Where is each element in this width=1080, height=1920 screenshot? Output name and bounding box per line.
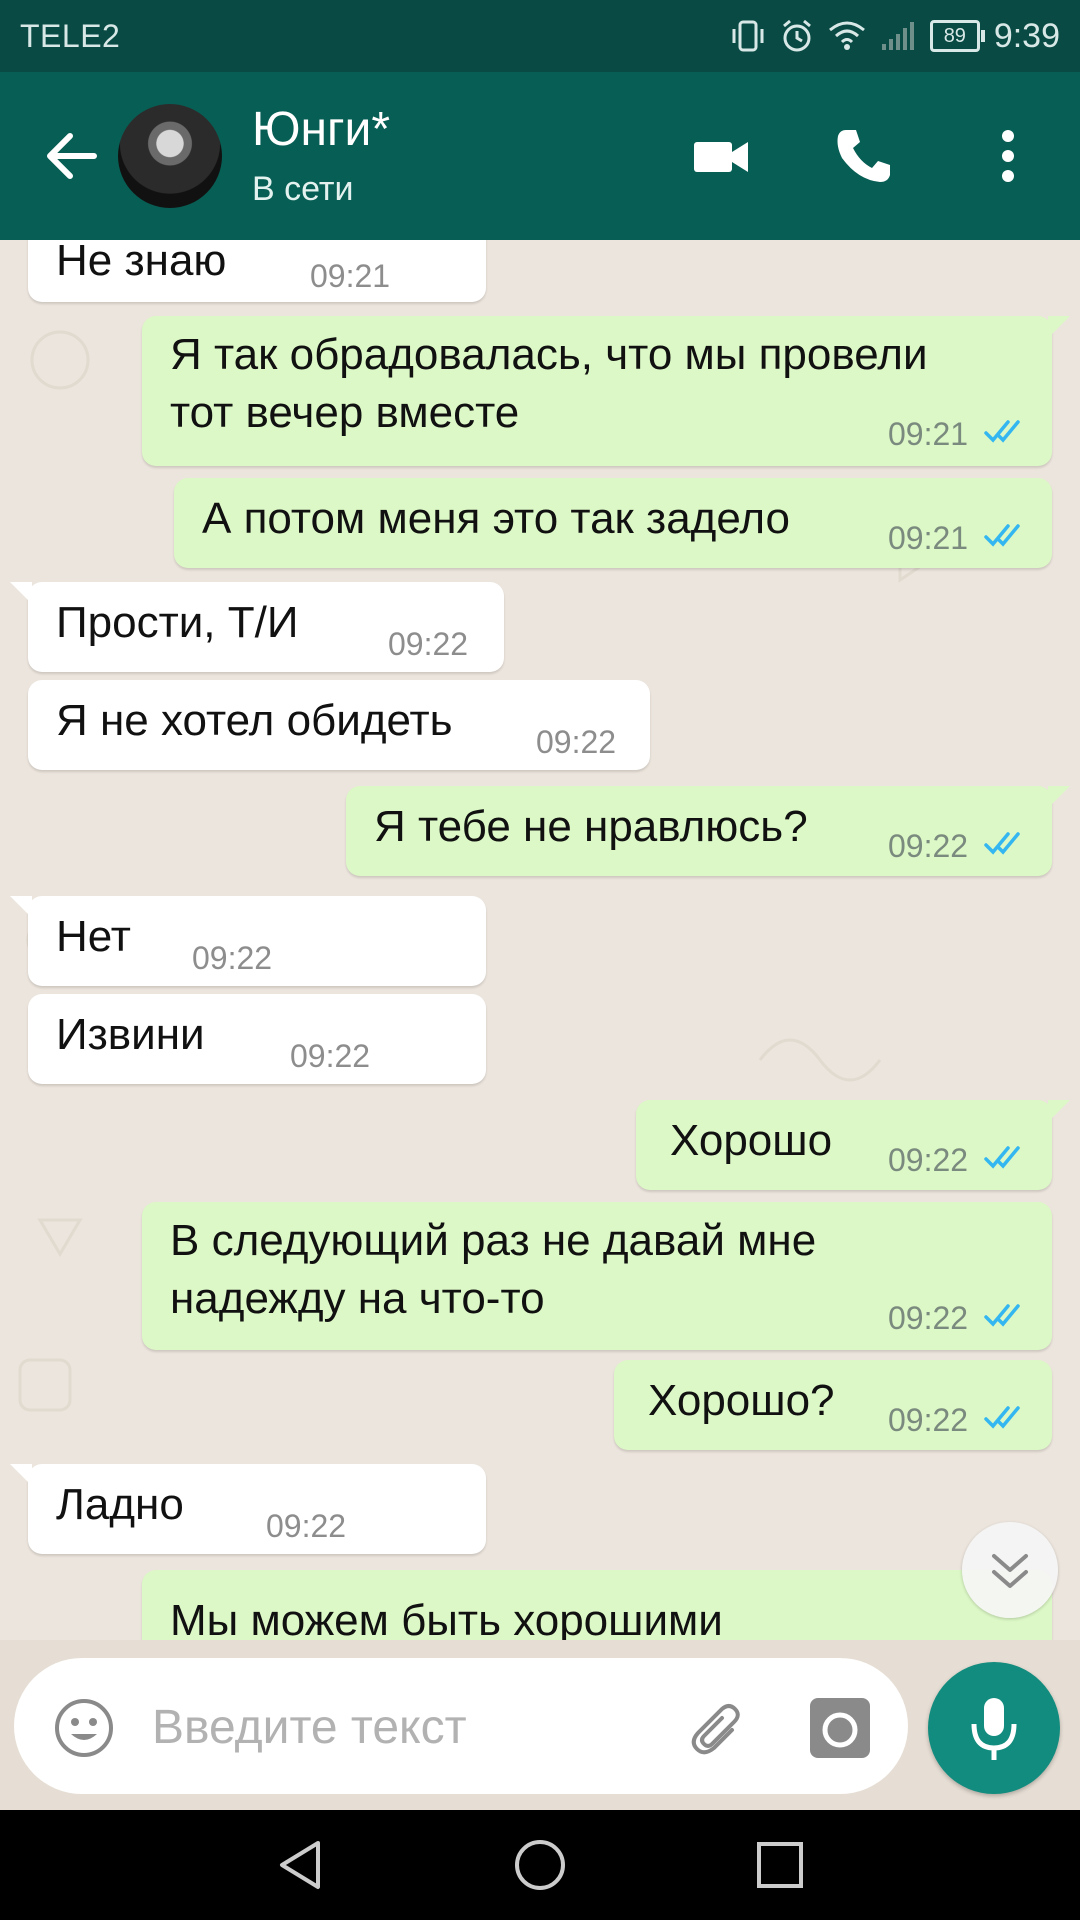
clock: 9:39: [993, 16, 1060, 55]
read-ticks-icon: [984, 832, 1020, 855]
message-outgoing[interactable]: Я так обрадовалась, что мы провели тот в…: [142, 316, 1070, 466]
square-recents-icon: [757, 1842, 803, 1888]
message-time: 09:22: [888, 1402, 969, 1438]
more-options-button[interactable]: [976, 124, 1040, 188]
compose-bar: [0, 1640, 1080, 1810]
scroll-to-bottom-button[interactable]: [962, 1522, 1058, 1618]
camera-icon: [810, 1698, 870, 1758]
read-ticks-icon: [984, 420, 1020, 443]
message-outgoing[interactable]: Хорошо 09:22: [636, 1100, 1070, 1190]
bubble-tail: [1048, 1100, 1070, 1122]
message-time: 09:22: [388, 626, 469, 662]
status-bar: TELE2 89 9:39: [0, 0, 1080, 72]
carrier-name: TELE2: [20, 18, 121, 54]
read-ticks-icon: [984, 1146, 1020, 1169]
wifi-icon: [828, 21, 865, 50]
voice-call-button[interactable]: [832, 124, 896, 188]
message-text: Нет: [56, 912, 131, 961]
message-incoming[interactable]: Прости, Т/И 09:22: [10, 582, 504, 672]
arrow-left-icon: [47, 133, 97, 179]
battery-icon: 89: [929, 20, 985, 52]
mic-icon: [971, 1698, 1017, 1760]
vibrate-icon: [732, 20, 764, 52]
triangle-back-icon: [280, 1841, 320, 1889]
nav-home-button[interactable]: [512, 1837, 568, 1893]
message-time: 09:22: [888, 1300, 969, 1336]
paperclip-icon: [691, 1704, 740, 1755]
message-text: Извини: [56, 1010, 205, 1059]
message-text: Мы можем быть хорошими: [170, 1596, 723, 1640]
message-time: 09:21: [888, 520, 969, 556]
bubble-tail: [10, 1464, 32, 1486]
message-text: Хорошо?: [648, 1376, 835, 1425]
videocam-icon: [694, 142, 748, 172]
more-vert-icon: [1002, 130, 1014, 182]
message-text: В следующий раз не давай мне надежду на …: [170, 1216, 817, 1323]
compose-field: [14, 1658, 908, 1794]
message-text: Я так обрадовалась, что мы провели тот в…: [170, 330, 928, 437]
bubble-tail: [1048, 316, 1070, 338]
chat-header: Юнги* В сети: [0, 72, 1080, 240]
message-outgoing[interactable]: Мы можем быть хорошими: [142, 1570, 1052, 1640]
message-text: Не знаю: [56, 240, 227, 285]
message-text: Ладно: [56, 1480, 184, 1529]
message-text: Хорошо: [670, 1116, 833, 1165]
message-list[interactable]: Не знаю 09:21 Я так обрадовалась, что мы…: [0, 240, 1080, 1640]
smiley-icon: [55, 1699, 113, 1757]
message-incoming[interactable]: Я не хотел обидеть 09:22: [28, 680, 650, 770]
nav-recents-button[interactable]: [752, 1837, 808, 1893]
read-ticks-icon: [984, 524, 1020, 547]
contact-status: В сети: [252, 170, 354, 208]
message-time: 09:22: [888, 828, 969, 864]
message-outgoing[interactable]: Хорошо? 09:22: [614, 1360, 1052, 1450]
phone-icon: [837, 130, 890, 182]
bubble-tail: [10, 896, 32, 918]
system-nav-bar: [0, 1810, 1080, 1920]
message-text: Я тебе не нравлюсь?: [374, 802, 808, 851]
message-time: 09:21: [310, 258, 391, 294]
nav-back-button[interactable]: [272, 1837, 328, 1893]
message-outgoing[interactable]: А потом меня это так задело 09:21: [174, 478, 1052, 568]
read-ticks-icon: [984, 1406, 1020, 1429]
message-time: 09:22: [536, 724, 617, 760]
message-text: Я не хотел обидеть: [56, 696, 453, 745]
message-time: 09:22: [888, 1142, 969, 1178]
message-time: 09:22: [192, 940, 273, 976]
read-ticks-icon: [984, 1304, 1020, 1327]
signal-icon: [881, 22, 914, 50]
bubble-tail: [1048, 786, 1070, 808]
double-chevron-down-icon: [992, 1554, 1028, 1588]
message-incoming[interactable]: Нет 09:22: [10, 896, 486, 986]
message-incoming[interactable]: Ладно 09:22: [10, 1464, 486, 1554]
back-button[interactable]: [40, 124, 104, 188]
bubble-tail: [10, 582, 32, 604]
message-text: Прости, Т/И: [56, 598, 299, 647]
message-incoming[interactable]: Извини 09:22: [28, 994, 486, 1084]
emoji-button[interactable]: [52, 1696, 116, 1760]
attach-button[interactable]: [688, 1696, 752, 1760]
video-call-button[interactable]: [690, 124, 754, 188]
message-outgoing[interactable]: Я тебе не нравлюсь? 09:22: [346, 786, 1070, 876]
avatar[interactable]: [118, 104, 222, 208]
circle-home-icon: [515, 1840, 565, 1890]
voice-record-button[interactable]: [928, 1662, 1060, 1794]
contact-name[interactable]: Юнги*: [252, 102, 390, 157]
message-time: 09:21: [888, 416, 969, 452]
message-incoming[interactable]: Не знаю 09:21: [28, 240, 486, 302]
message-time: 09:22: [266, 1508, 347, 1544]
alarm-icon: [782, 19, 811, 52]
message-text: А потом меня это так задело: [202, 494, 790, 543]
status-icons: 89 9:39: [730, 14, 1060, 58]
camera-button[interactable]: [808, 1696, 872, 1760]
message-outgoing[interactable]: В следующий раз не давай мне надежду на …: [142, 1202, 1052, 1350]
message-input[interactable]: [150, 1686, 674, 1768]
message-time: 09:22: [290, 1038, 371, 1074]
